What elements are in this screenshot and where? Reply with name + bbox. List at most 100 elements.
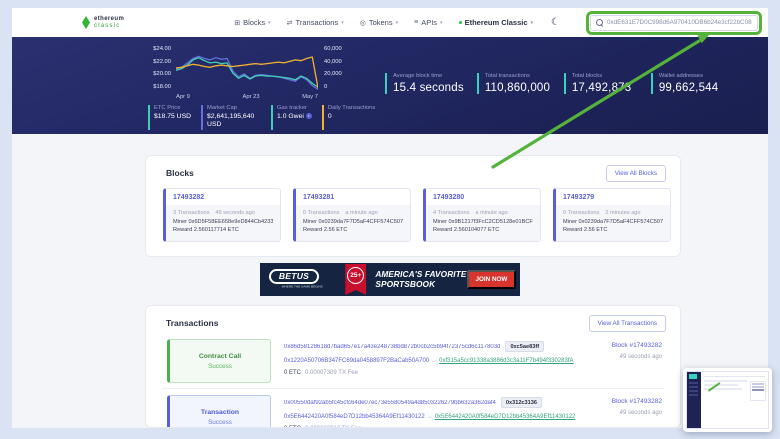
- chevron-down-icon: ▾: [440, 20, 443, 26]
- block-tx-count: 0 Transactions: [303, 210, 339, 216]
- legend-market-cap: Market Cap $2,641,195,640 USD: [201, 105, 261, 130]
- tx-type: Contract Call: [199, 353, 241, 360]
- stat-label: Total blocks: [572, 73, 638, 79]
- tx-from-address-link[interactable]: 0x1220A50706B347FC69da0458897F2BaCab50A7…: [284, 358, 429, 364]
- transaction-row: Contract Call Success 0x86d58128618d7bad…: [167, 339, 662, 383]
- nav-item-label: Transactions: [296, 18, 339, 27]
- tx-fee: 0.000022312 TX Fee: [305, 426, 361, 428]
- tx-details: 0x86d58128618d7bad657e17a43e248738bd872b…: [284, 339, 612, 376]
- legend-gas-tracker: Gas tracker 1.0 Gweii: [271, 105, 312, 130]
- nav-item-apis[interactable]: ≡ APIs ▾: [414, 18, 442, 27]
- block-card[interactable]: 17493282 3 Transactions49 seconds ago Mi…: [163, 188, 281, 242]
- nav-item-label: APIs: [421, 18, 437, 27]
- network-selector-label: Ethereum Classic: [465, 18, 528, 27]
- arrow-right-icon: →: [431, 358, 437, 364]
- chevron-down-icon: ▾: [396, 20, 399, 26]
- axis-tick: Apr 9: [176, 94, 190, 100]
- tx-block-info: Block #17493282 49 seconds ago: [612, 339, 662, 360]
- nav-item-label: Tokens: [369, 18, 393, 27]
- block-card-body: 0 Transactionsa minute ago Miner 0x0239d…: [296, 205, 410, 241]
- block-number-link[interactable]: 17493282: [166, 189, 280, 205]
- block-number-link[interactable]: 17493281: [296, 189, 410, 205]
- top-navigation: ethereum classic ⊞ Blocks ▾ ⇄ Transactio…: [12, 8, 768, 37]
- apis-icon: ≡: [414, 19, 418, 26]
- block-number-link[interactable]: 17493279: [556, 189, 670, 205]
- row-divider: [162, 388, 664, 389]
- block-tx-count: 0 Transactions: [563, 210, 599, 216]
- legend-label: ETC Price: [154, 105, 191, 111]
- tx-value: 0 ETC: [284, 426, 301, 428]
- tx-method-badge: 0xc5ae83ff: [505, 341, 544, 352]
- ethereum-classic-logo[interactable]: ethereum classic: [82, 16, 124, 30]
- tx-to-address-link[interactable]: 0xf315a5cc91338a3886d3c3a11F7b494f330283…: [439, 358, 573, 364]
- page-preview-thumbnail[interactable]: [683, 368, 772, 432]
- block-card[interactable]: 17493281 0 Transactionsa minute ago Mine…: [293, 188, 411, 242]
- chart-plot-area: [176, 46, 318, 90]
- betus-tagline: WHERE THE GAME BEGINS: [282, 285, 323, 289]
- info-icon[interactable]: i: [306, 113, 312, 119]
- block-reward: Reward 2.56 ETC: [563, 226, 663, 235]
- block-miner[interactable]: Miner 0x0239da7F7D5aF4CFF574C507bb..: [303, 218, 403, 227]
- nav-item-tokens[interactable]: ◎ Tokens ▾: [360, 18, 398, 27]
- logo-line-classic: classic: [94, 23, 124, 30]
- tx-status: Success: [208, 419, 232, 426]
- network-status-dot: [459, 21, 462, 24]
- network-selector[interactable]: Ethereum Classic ▾: [459, 18, 533, 27]
- tx-hash-link[interactable]: 0x86d58128618d7bad657e17a43e248738bd872b…: [284, 344, 500, 350]
- block-meta: 0 Transactionsa minute ago: [303, 209, 403, 218]
- block-tx-count: 4 Transactions: [433, 210, 469, 216]
- blocks-icon: ⊞: [234, 19, 240, 27]
- view-all-transactions-button[interactable]: View All Transactions: [589, 315, 666, 332]
- transaction-row: Transaction Success 0x00550daf92ab5fc45c…: [167, 395, 662, 428]
- transactions-section: Transactions View All Transactions Contr…: [145, 305, 681, 428]
- tx-to-address-link[interactable]: 0x5E6442420A0f584eD7D12bb45364A9Ef114301…: [435, 414, 576, 420]
- thumbnail-sidebar: [687, 372, 701, 428]
- ad-headline: AMERICA'S FAVORITE SPORTSBOOK: [375, 270, 466, 289]
- nav-item-blocks[interactable]: ⊞ Blocks ▾: [234, 18, 270, 27]
- tx-from-address-link[interactable]: 0x5E6442420A0f584eD7D12bb45364A9Ef114301…: [284, 414, 425, 420]
- tokens-icon: ◎: [360, 19, 366, 27]
- ad-headline-line2: SPORTSBOOK: [375, 280, 466, 290]
- network-stats: Average block time 15.4 seconds Total tr…: [385, 73, 725, 94]
- block-card[interactable]: 17493279 0 Transactions2 minutes ago Min…: [553, 188, 671, 242]
- blocks-section-title: Blocks: [166, 168, 194, 178]
- legend-daily-transactions: Daily Transactions 0: [322, 105, 375, 130]
- ad-banner[interactable]: BETUS WHERE THE GAME BEGINS 25+ AMERICA'…: [260, 263, 520, 296]
- chevron-down-icon: ▾: [341, 20, 344, 26]
- stat-total-blocks: Total blocks 17,492,873: [564, 73, 638, 94]
- block-miner[interactable]: Miner 0x9B1217f3FcC2CD5128e01BCFFa..: [433, 218, 533, 227]
- tx-block-link[interactable]: Block #17493282: [612, 342, 662, 349]
- search-annotation-highlight: [586, 11, 762, 35]
- axis-tick: 40,000: [324, 59, 348, 65]
- chart-left-axis: $24.00 $22.00 $20.00 $18.00: [146, 46, 176, 90]
- dark-mode-toggle-moon-icon[interactable]: ☾: [551, 17, 560, 28]
- block-number-link[interactable]: 17493280: [426, 189, 540, 205]
- join-now-button[interactable]: JOIN NOW: [467, 270, 517, 289]
- search-box[interactable]: [590, 15, 758, 31]
- tx-block-link[interactable]: Block #17493282: [612, 398, 662, 405]
- block-card-body: 4 Transactionsa minute ago Miner 0x9B121…: [426, 205, 540, 241]
- block-miner[interactable]: Miner 0x0239da7F7D5aF4CFF574C507bb..: [563, 218, 663, 227]
- block-miner[interactable]: Miner 0x6D5F58EE658e9eD844Cb42337..: [173, 218, 273, 227]
- axis-tick: 0: [324, 84, 348, 90]
- gas-value: 1.0 Gwei: [277, 113, 304, 120]
- age-badge-text: 25+: [347, 267, 364, 284]
- stat-label: Wallet addresses: [659, 73, 725, 79]
- stat-label: Total transactions: [485, 73, 551, 79]
- chart-x-axis: Apr 9 Apr 23 May 7: [176, 94, 318, 100]
- thumbnail-content: [686, 371, 769, 429]
- nav-item-label: Blocks: [243, 18, 265, 27]
- view-all-blocks-button[interactable]: View All Blocks: [606, 165, 666, 182]
- search-input[interactable]: [607, 19, 752, 26]
- block-card-body: 0 Transactions2 minutes ago Miner 0x0239…: [556, 205, 670, 241]
- legend-value: 1.0 Gweii: [277, 113, 312, 121]
- axis-tick: $24.00: [146, 46, 171, 52]
- legend-value: $18.75 USD: [154, 113, 191, 121]
- stat-label: Average block time: [393, 73, 464, 79]
- block-card[interactable]: 17493280 4 Transactionsa minute ago Mine…: [423, 188, 541, 242]
- thumbnail-logo-block: [689, 374, 697, 379]
- tx-hash-link[interactable]: 0x00550daf92ab5fc45cfc64de07ec73e5580549…: [284, 400, 496, 406]
- age-ribbon-badge: 25+: [345, 264, 366, 295]
- nav-item-transactions[interactable]: ⇄ Transactions ▾: [287, 18, 344, 27]
- stat-value: 15.4 seconds: [393, 82, 464, 94]
